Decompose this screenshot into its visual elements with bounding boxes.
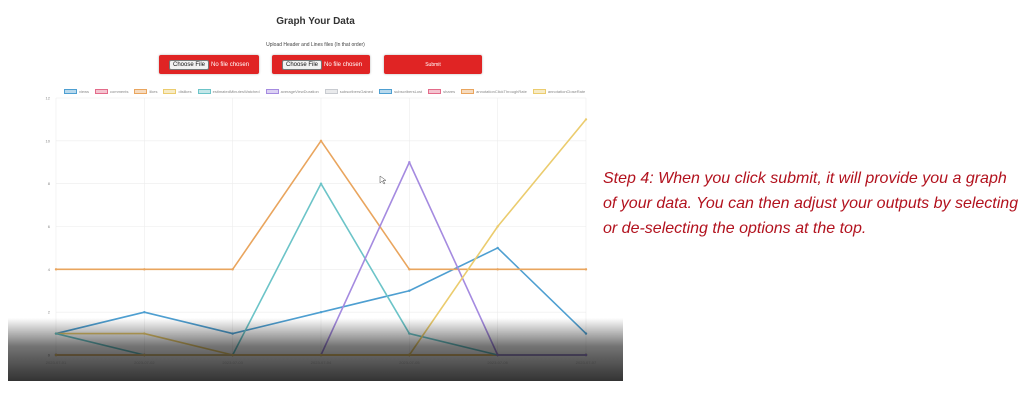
y-tick-label: 10 — [46, 138, 51, 143]
data-point-annotationCloseRate — [231, 353, 234, 357]
y-tick-label: 4 — [48, 267, 51, 272]
x-tick-label: 2023-07-05 — [399, 360, 420, 365]
data-point-averageViewDuration — [408, 161, 411, 164]
line-chart: 0 2 4 6 8 10 12 2023-07-01 2023-07-02 2023-07-03 2… — [46, 96, 597, 366]
data-point-annotationCloseRate — [54, 353, 58, 357]
y-tick-label: 2 — [48, 310, 51, 315]
data-point-likes — [584, 268, 588, 271]
data-point-likes — [408, 268, 411, 271]
x-tick-label: 2023-07-01 — [46, 360, 67, 365]
x-tick-label: 2023-07-03 — [222, 360, 243, 365]
data-point-annotationCloseRate — [584, 118, 588, 121]
data-point-averageViewDuration — [584, 353, 588, 357]
y-tick-label: 6 — [48, 224, 51, 229]
data-point-annotationCloseRate — [496, 225, 499, 228]
data-point-views — [319, 310, 323, 314]
data-point-likes — [319, 139, 323, 143]
data-point-dislikes — [143, 332, 146, 335]
data-point-estimatedMinutesWatched — [319, 182, 323, 185]
data-point-estimatedMinutesWatched — [54, 332, 58, 335]
app-screenshot: Graph Your Data Upload Header and Lines … — [8, 0, 623, 381]
data-point-estimatedMinutesWatched — [408, 332, 411, 335]
data-point-views — [231, 332, 234, 335]
data-point-likes — [143, 268, 146, 271]
y-tick-label: 8 — [48, 181, 51, 186]
data-point-averageViewDuration — [496, 353, 499, 357]
data-point-annotationCloseRate — [319, 353, 323, 357]
data-point-likes — [231, 268, 234, 271]
data-point-likes — [496, 268, 499, 271]
x-tick-label: 2023-07-02 — [134, 360, 155, 365]
x-tick-label: 2023-07-07 — [576, 360, 597, 365]
data-point-views — [584, 332, 588, 335]
data-point-annotationCloseRate — [408, 353, 411, 357]
data-point-views — [496, 246, 499, 250]
x-tick-label: 2023-07-04 — [311, 360, 332, 365]
y-tick-label: 12 — [46, 96, 51, 101]
data-point-annotationCloseRate — [143, 353, 146, 357]
data-point-views — [408, 289, 411, 292]
instruction-caption: Step 4: When you click submit, it will p… — [603, 170, 1019, 237]
mouse-cursor-icon — [379, 175, 387, 185]
x-tick-label: 2023-07-06 — [487, 360, 508, 365]
data-point-likes — [54, 268, 58, 271]
data-point-views — [143, 310, 146, 314]
y-tick-label: 0 — [48, 353, 51, 358]
